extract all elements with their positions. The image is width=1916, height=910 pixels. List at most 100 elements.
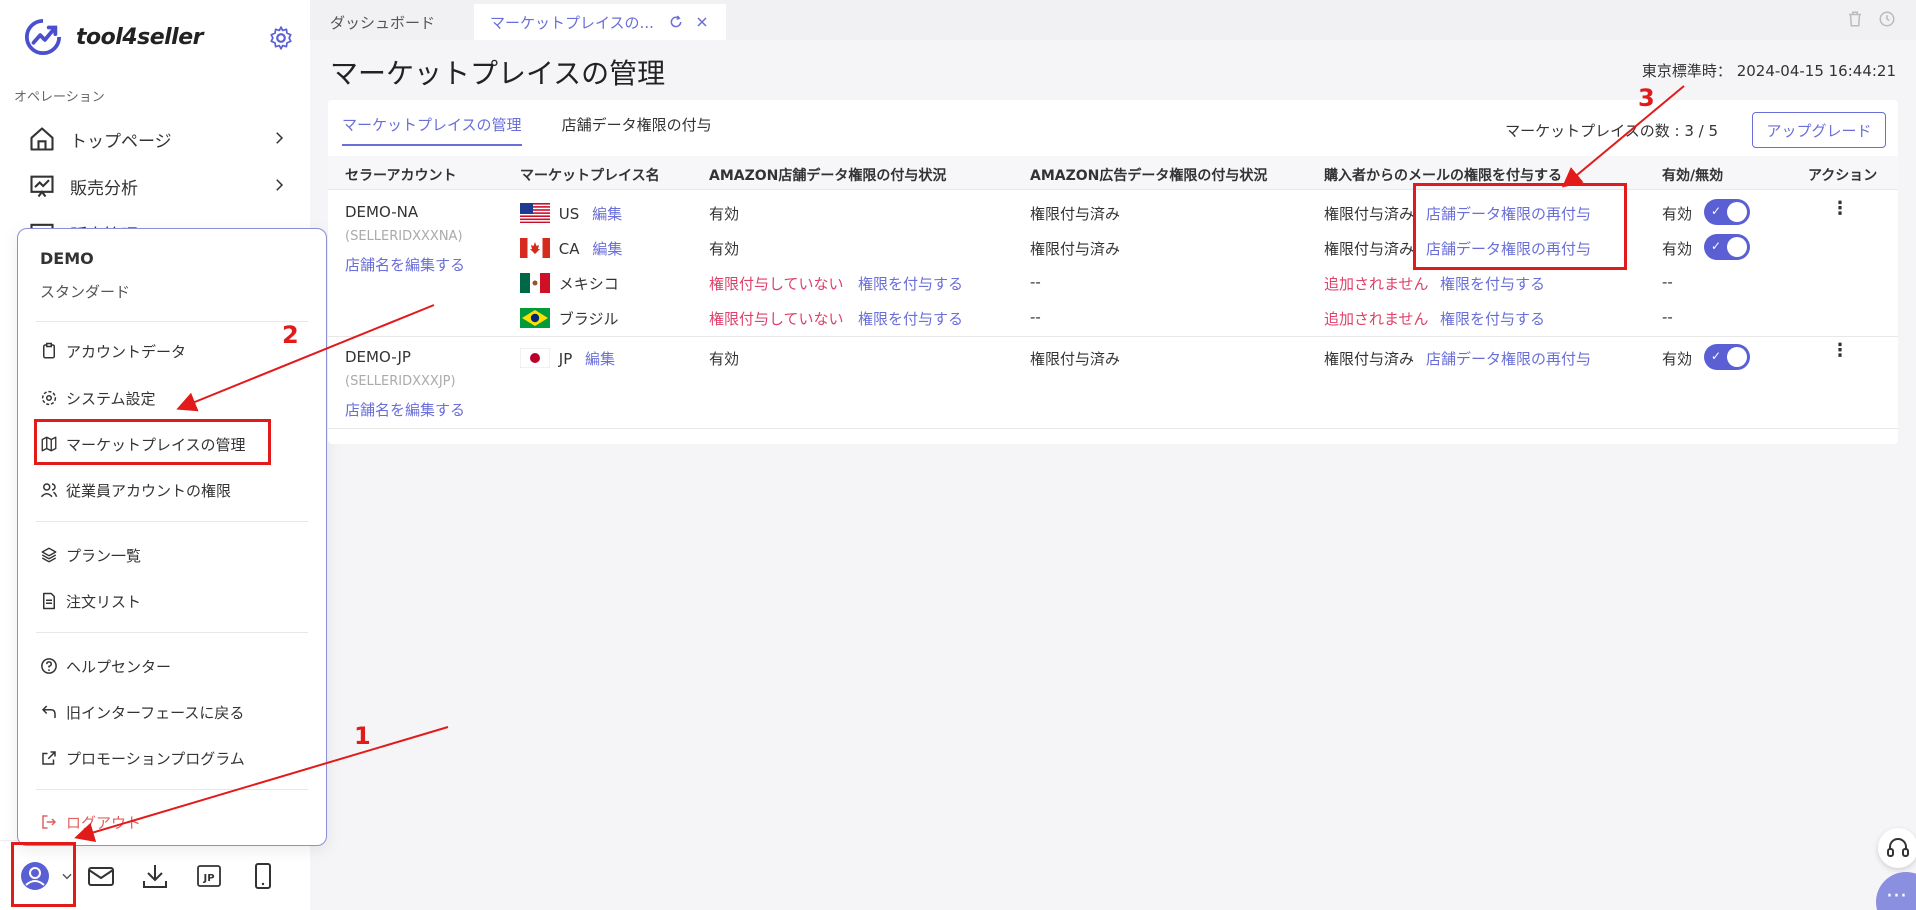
tab-label: ダッシュボード	[330, 13, 436, 32]
upgrade-button[interactable]: アップグレード	[1752, 112, 1886, 148]
refresh-icon[interactable]	[668, 14, 684, 30]
ads-status: 権限付与済み	[1030, 205, 1121, 223]
download-icon[interactable]	[140, 861, 170, 891]
language-jp-icon[interactable]: JP	[194, 861, 224, 891]
document-icon	[43, 592, 55, 610]
row-divider	[328, 428, 1898, 429]
mobile-icon[interactable]	[248, 861, 278, 891]
account-name: DEMO	[40, 249, 94, 268]
check-icon: ✓	[1711, 349, 1722, 363]
close-icon[interactable]	[694, 14, 710, 30]
app-name: tool4seller	[76, 24, 203, 50]
menu-legacy-interface[interactable]: 旧インターフェースに戻る	[40, 697, 244, 727]
edit-link[interactable]: 編集	[592, 240, 622, 258]
marketplace-code: US	[558, 205, 580, 223]
menu-item-label: 旧インターフェースに戻る	[66, 703, 245, 722]
home-icon	[30, 127, 54, 151]
check-icon: ✓	[1711, 204, 1722, 218]
annotation-number-2: 2	[282, 321, 299, 349]
header-enabled: 有効/無効	[1662, 168, 1724, 184]
menu-employee-permissions[interactable]: 従業員アカウントの権限	[40, 475, 231, 505]
grant-permission-link[interactable]: 権限を付与する	[858, 273, 963, 294]
tab-dashboard[interactable]: ダッシュボード	[314, 4, 451, 40]
subtab-marketplace-management[interactable]: マーケットプレイスの管理	[342, 114, 522, 146]
clock: 東京標準時： 2024-04-15 16:44:21	[1641, 62, 1896, 80]
menu-plan-list[interactable]: プラン一覧	[40, 540, 141, 570]
store-status: 有効	[709, 240, 740, 258]
sidebar-item-sales-analysis[interactable]: 販売分析	[28, 166, 288, 206]
enabled-label: --	[1662, 308, 1673, 326]
edit-link[interactable]: 編集	[592, 205, 622, 223]
trash-icon[interactable]	[1846, 10, 1864, 28]
enable-toggle[interactable]: ✓	[1704, 344, 1750, 370]
logo-icon	[24, 18, 62, 56]
menu-promotion-program[interactable]: プロモーションプログラム	[40, 743, 245, 773]
section-label: オペレーション	[14, 90, 105, 105]
more-button[interactable]: ···	[1876, 872, 1916, 910]
check-icon: ✓	[1711, 239, 1722, 253]
menu-help-center[interactable]: ヘルプセンター	[40, 651, 171, 681]
menu-order-list[interactable]: 注文リスト	[40, 586, 141, 616]
store-status: 権限付与していない	[709, 310, 844, 328]
annotation-number-3: 3	[1638, 84, 1655, 112]
flag-mx-icon	[520, 273, 550, 293]
chevron-right-icon	[276, 179, 284, 191]
edit-shop-name-link[interactable]: 店舗名を編集する	[345, 399, 465, 420]
seller-id: (SELLERIDXXXJP)	[345, 374, 456, 389]
support-button[interactable]	[1878, 828, 1916, 868]
grant-permission-link[interactable]: 権限を付与する	[1440, 273, 1545, 294]
svg-text:JP: JP	[202, 873, 214, 884]
annotation-box-2	[34, 419, 271, 465]
marketplace-card: マーケットプレイスの管理 店舗データ権限の付与 マーケットプレイスの数 : 3 …	[328, 100, 1898, 444]
more-actions-icon[interactable]: ⋮	[1828, 342, 1852, 364]
clock-icon[interactable]	[1878, 10, 1896, 28]
mail-status: 権限付与済み	[1324, 350, 1415, 368]
subtabs: マーケットプレイスの管理 店舗データ権限の付与	[342, 114, 712, 146]
regrant-link[interactable]: 店舗データ権限の再付与	[1426, 348, 1591, 369]
divider	[36, 521, 308, 522]
grant-permission-link[interactable]: 権限を付与する	[1440, 308, 1545, 329]
flag-br-icon	[520, 308, 550, 328]
divider	[36, 789, 308, 790]
enable-toggle[interactable]: ✓	[1704, 199, 1750, 225]
tab-label: マーケットプレイスの...	[490, 13, 654, 32]
edit-shop-name-link[interactable]: 店舗名を編集する	[345, 254, 465, 275]
edit-link[interactable]: 編集	[585, 350, 615, 368]
enable-toggle[interactable]: ✓	[1704, 234, 1750, 260]
header-marketplace-name: マーケットプレイス名	[520, 168, 660, 184]
menu-item-label: ヘルプセンター	[66, 657, 172, 676]
seller-account-name: DEMO-NA	[345, 203, 419, 221]
seller-account-name: DEMO-JP	[345, 348, 411, 366]
menu-account-data[interactable]: アカウントデータ	[40, 336, 186, 366]
header-seller-account: セラーアカウント	[345, 168, 457, 184]
marketplace-code: JP	[558, 350, 573, 368]
gear-icon	[41, 390, 57, 406]
sidebar-item-label: トップページ	[70, 131, 172, 152]
menu-item-label: アカウントデータ	[66, 342, 187, 361]
tab-marketplace[interactable]: マーケットプレイスの...	[474, 4, 726, 40]
layers-icon	[41, 547, 57, 563]
marketplace-ca: CA 編集	[520, 238, 622, 259]
enabled-label: 有効	[1662, 205, 1693, 223]
marketplace-count: マーケットプレイスの数 : 3 / 5	[1505, 122, 1718, 140]
marketplace-us: US 編集	[520, 203, 622, 224]
mail-status: 権限付与済み	[1324, 205, 1415, 223]
subtab-store-data-permission[interactable]: 店舗データ権限の付与	[562, 114, 712, 146]
mail-icon[interactable]	[86, 861, 116, 891]
gear-icon[interactable]	[268, 25, 294, 51]
ads-status: --	[1030, 273, 1041, 291]
flag-ca-icon	[520, 238, 550, 258]
menu-logout[interactable]: ログアウト	[40, 807, 141, 837]
menu-system-settings[interactable]: システム設定	[40, 383, 156, 413]
divider	[36, 632, 308, 633]
logo[interactable]: tool4seller	[24, 18, 203, 56]
grant-permission-link[interactable]: 権限を付与する	[858, 308, 963, 329]
menu-item-label: プラン一覧	[66, 546, 142, 565]
sidebar-item-top[interactable]: トップページ	[28, 119, 288, 159]
flag-us-icon	[520, 203, 550, 223]
tab-bar: ダッシュボード マーケットプレイスの...	[310, 0, 1916, 40]
marketplace-code: CA	[558, 240, 580, 258]
clipboard-icon	[43, 342, 55, 359]
more-actions-icon[interactable]: ⋮	[1828, 200, 1852, 222]
account-menu: DEMO スタンダード アカウントデータ システム設定 マーケットプレイスの管理…	[17, 228, 327, 846]
